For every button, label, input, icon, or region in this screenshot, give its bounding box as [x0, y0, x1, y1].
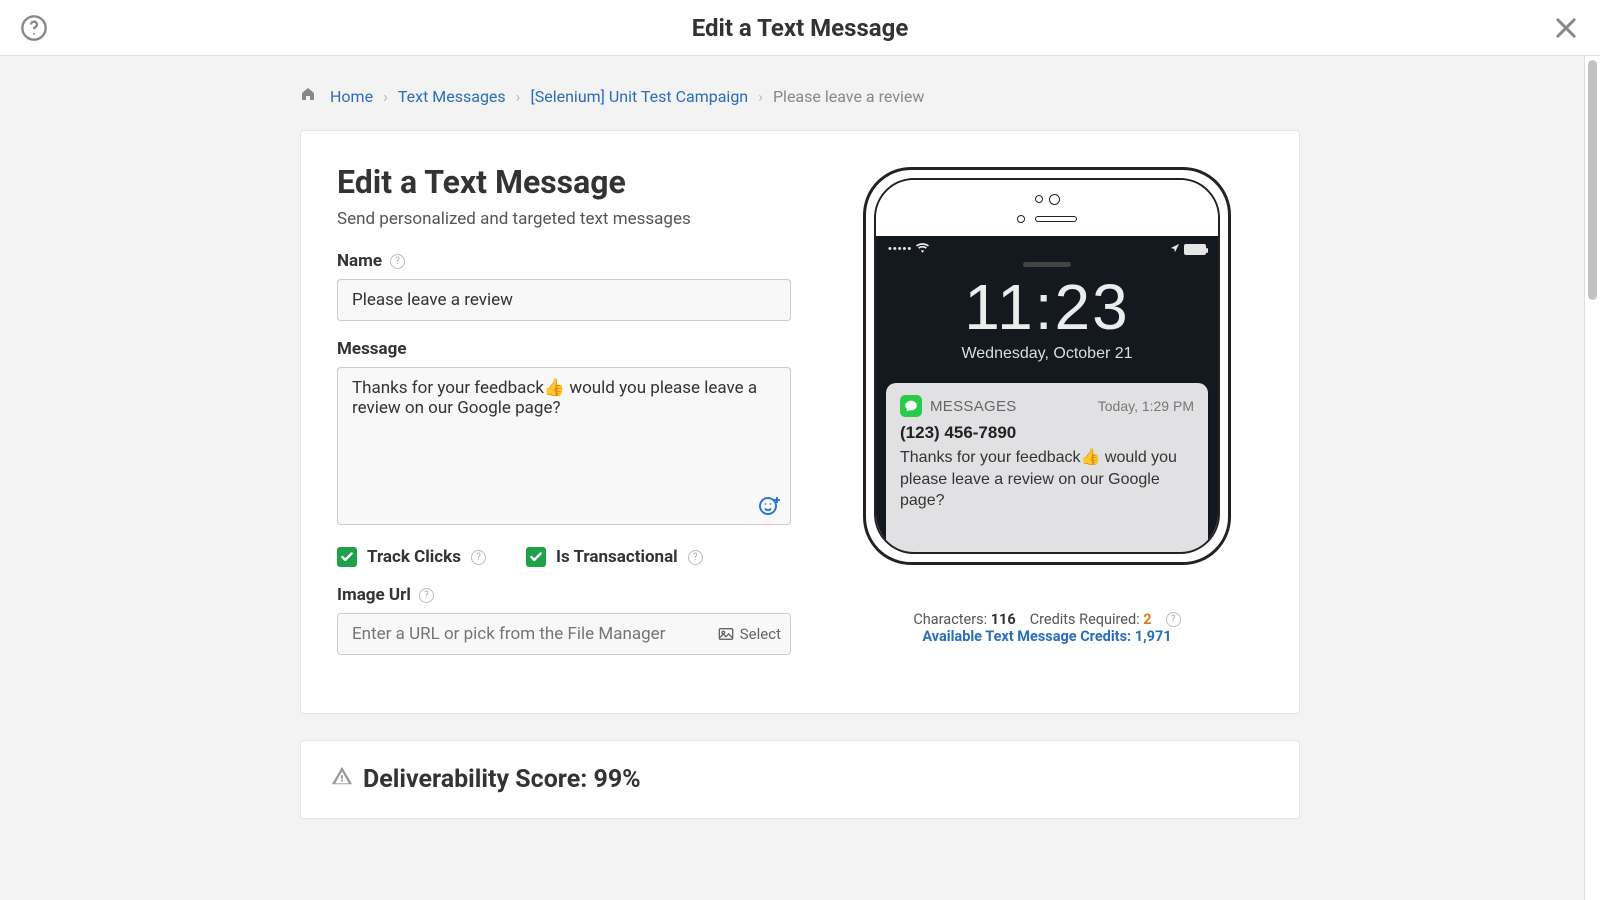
sensor-dot-icon	[1035, 195, 1043, 203]
message-label: Message	[337, 339, 407, 359]
chevron-right-icon: ›	[516, 87, 521, 106]
image-url-label: Image Url	[337, 585, 411, 605]
preview-column: •••••	[831, 163, 1263, 673]
topbar: Edit a Text Message	[0, 0, 1600, 56]
breadcrumb-home[interactable]: Home	[330, 87, 373, 106]
page-body: Home › Text Messages › [Selenium] Unit T…	[0, 56, 1600, 859]
checkbox-checked-icon	[337, 547, 357, 567]
emoji-picker-icon[interactable]	[757, 493, 781, 521]
characters-label: Characters:	[913, 611, 987, 628]
warning-icon	[331, 765, 353, 794]
form-heading: Edit a Text Message	[337, 163, 791, 201]
select-file-button[interactable]: Select	[718, 625, 781, 643]
lock-date: Wednesday, October 21	[876, 345, 1218, 363]
camera-dot-icon	[1049, 194, 1060, 205]
credits-required-label: Credits Required:	[1030, 611, 1140, 628]
characters-value: 116	[991, 611, 1016, 628]
signal-icon: •••••	[888, 243, 912, 255]
help-icon[interactable]: ?	[390, 254, 405, 269]
select-label: Select	[740, 625, 781, 643]
help-icon[interactable]	[18, 12, 50, 44]
edit-card: Edit a Text Message Send personalized an…	[300, 130, 1300, 714]
sensor-dot-icon	[1017, 215, 1025, 223]
location-arrow-icon	[1170, 243, 1180, 256]
grabber-icon	[1023, 262, 1071, 267]
scrollbar[interactable]	[1584, 56, 1600, 900]
chevron-right-icon: ›	[383, 87, 388, 106]
phone-screen: •••••	[876, 236, 1218, 552]
phone-top	[876, 180, 1218, 236]
home-icon	[300, 86, 316, 106]
breadcrumb-text-messages[interactable]: Text Messages	[398, 87, 506, 106]
message-field: Message	[337, 339, 791, 529]
form-subtitle: Send personalized and targeted text mess…	[337, 209, 791, 229]
deliverability-card: Deliverability Score: 99%	[300, 740, 1300, 819]
help-icon[interactable]: ?	[688, 550, 703, 565]
notif-time: Today, 1:29 PM	[1098, 398, 1194, 414]
notif-body: Thanks for your feedback👍 would you plea…	[900, 447, 1194, 512]
help-icon[interactable]: ?	[419, 588, 434, 603]
notif-app-name: MESSAGES	[930, 398, 1017, 415]
close-icon[interactable]	[1550, 12, 1582, 44]
track-clicks-checkbox[interactable]: Track Clicks ?	[337, 547, 486, 567]
message-textarea[interactable]	[337, 367, 791, 525]
scrollbar-thumb[interactable]	[1588, 60, 1597, 300]
checkbox-row: Track Clicks ? Is Transactional ?	[337, 547, 791, 567]
help-icon[interactable]: ?	[471, 550, 486, 565]
breadcrumb-campaign[interactable]: [Selenium] Unit Test Campaign	[530, 87, 748, 106]
battery-icon	[1184, 244, 1206, 255]
phone-mockup: •••••	[863, 167, 1231, 565]
breadcrumb-current: Please leave a review	[773, 87, 924, 106]
image-icon	[718, 627, 734, 641]
name-field: Name ?	[337, 251, 791, 321]
deliverability-title: Deliverability Score: 99%	[363, 765, 641, 794]
chevron-right-icon: ›	[758, 87, 763, 106]
is-transactional-checkbox[interactable]: Is Transactional ?	[526, 547, 703, 567]
image-url-field: Image Url ? Select	[337, 585, 791, 655]
page-title: Edit a Text Message	[692, 14, 909, 42]
notification: MESSAGES Today, 1:29 PM (123) 456-7890 T…	[886, 383, 1208, 552]
wifi-icon	[916, 242, 929, 256]
form-column: Edit a Text Message Send personalized an…	[337, 163, 791, 673]
checkbox-checked-icon	[526, 547, 546, 567]
lock-time: 11:23	[876, 275, 1218, 339]
notif-from: (123) 456-7890	[900, 423, 1194, 443]
track-clicks-label: Track Clicks	[367, 547, 461, 567]
name-label: Name	[337, 251, 382, 271]
messages-app-icon	[900, 395, 922, 417]
breadcrumb: Home › Text Messages › [Selenium] Unit T…	[300, 86, 1300, 106]
is-transactional-label: Is Transactional	[556, 547, 678, 567]
help-icon[interactable]: ?	[1166, 612, 1181, 627]
stats: Characters: 116 Credits Required: 2 ? Av…	[913, 611, 1180, 645]
available-credits-link[interactable]: Available Text Message Credits:	[922, 628, 1134, 645]
name-input[interactable]	[337, 279, 791, 321]
credits-required-value: 2	[1143, 611, 1151, 628]
available-credits-value: 1,971	[1135, 628, 1172, 645]
speaker-icon	[1035, 216, 1077, 222]
